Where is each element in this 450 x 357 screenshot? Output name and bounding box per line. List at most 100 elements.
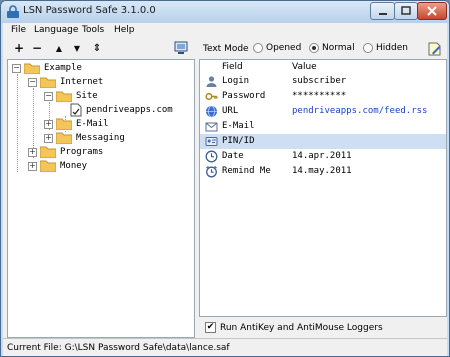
alarm-icon (206, 166, 217, 178)
status-bar: Current File: G:\LSN Password Safe\data\… (3, 338, 447, 356)
radio-label: Opened (266, 43, 302, 53)
tree-node-programs[interactable]: + Programs (28, 145, 103, 159)
folder-open-icon (40, 77, 56, 88)
minimize-icon (378, 13, 387, 15)
app-window: LSN Password Safe 3.1.0.0 File Language … (0, 0, 450, 357)
minimize-button[interactable] (370, 2, 395, 20)
field-name: Date (222, 151, 244, 161)
tree-node-email[interactable]: + E-Mail (44, 117, 109, 131)
tree-node-money[interactable]: + Money (28, 159, 87, 173)
move-button[interactable]: ⇕ (89, 40, 105, 56)
radio-dot[interactable] (363, 43, 373, 53)
collapse-icon[interactable]: − (28, 77, 37, 87)
tree-node-internet[interactable]: − Internet (28, 75, 103, 89)
mail-icon (205, 122, 218, 132)
edit-note-icon[interactable] (427, 41, 443, 57)
tree-node-messaging[interactable]: + Messaging (44, 131, 125, 145)
tree-label: E-Mail (76, 119, 109, 129)
move-up-button[interactable]: ▲ (51, 40, 67, 56)
title-bar[interactable]: LSN Password Safe 3.1.0.0 (1, 1, 449, 23)
folder-icon (40, 160, 56, 172)
tree-node-pendriveapps[interactable]: pendriveapps.com (70, 103, 173, 117)
current-file-status: Current File: G:\LSN Password Safe\data\… (7, 343, 230, 353)
menu-file[interactable]: File (11, 25, 26, 35)
field-row-email[interactable]: E-Mail (200, 119, 446, 134)
radio-normal[interactable]: Normal (309, 43, 355, 53)
folder-icon (56, 118, 72, 130)
tree-label: Internet (60, 77, 104, 87)
folder-open-icon (24, 63, 40, 74)
app-lock-icon (7, 5, 19, 18)
expand-icon[interactable]: + (44, 133, 53, 143)
expand-icon[interactable]: + (28, 161, 37, 171)
folder-open-icon (56, 91, 72, 102)
field-value: 14.apr.2011 (292, 151, 352, 161)
field-row-login[interactable]: Login subscriber (200, 74, 446, 89)
expand-icon[interactable]: + (44, 119, 53, 129)
folder-icon (40, 146, 56, 158)
field-name: Password (222, 91, 266, 101)
move-down-button[interactable]: ▼ (69, 40, 85, 56)
field-name: PIN/ID (222, 136, 255, 146)
main-content: + − ▲ ▼ ⇕ − Example − Internet − Site pe… (3, 39, 447, 338)
header-field: Field (222, 62, 243, 72)
radio-label: Normal (322, 43, 355, 53)
radio-hidden[interactable]: Hidden (363, 43, 408, 53)
category-tree[interactable]: − Example − Internet − Site pendriveapps… (7, 59, 195, 338)
antikey-label: Run AntiKey and AntiMouse Loggers (220, 322, 383, 333)
tree-toolbar: + − ▲ ▼ ⇕ (3, 39, 195, 57)
radio-opened[interactable]: Opened (253, 43, 301, 53)
close-icon (427, 6, 437, 16)
globe-icon (206, 105, 217, 118)
antikey-checkbox[interactable]: ✔ (205, 322, 216, 333)
monitor-icon[interactable] (173, 40, 189, 56)
tree-label: Programs (60, 147, 104, 157)
remove-button[interactable]: − (29, 40, 45, 56)
key-icon (205, 92, 218, 101)
field-row-remind[interactable]: Remind Me 14.may.2011 (200, 164, 446, 179)
menu-help[interactable]: Help (114, 25, 135, 35)
close-button[interactable] (417, 2, 447, 20)
field-row-date[interactable]: Date 14.apr.2011 (200, 149, 446, 164)
menu-tools[interactable]: Tools (82, 25, 104, 35)
document-icon (70, 103, 82, 117)
field-value: 14.may.2011 (292, 166, 352, 176)
tree-label: Example (44, 63, 82, 73)
id-card-icon (205, 137, 218, 146)
text-mode-toolbar: Text Mode Opened Normal Hidden (199, 39, 447, 59)
field-value: ********** (292, 91, 347, 101)
tree-label: Money (60, 161, 88, 171)
radio-dot-selected[interactable] (309, 43, 319, 53)
clock-icon (205, 150, 218, 163)
expand-icon[interactable]: + (28, 147, 37, 157)
maximize-icon (401, 6, 411, 15)
antikey-checkbox-row[interactable]: ✔ Run AntiKey and AntiMouse Loggers (205, 322, 383, 333)
tree-node-site[interactable]: − Site (44, 89, 98, 103)
text-mode-label: Text Mode (203, 44, 249, 54)
field-name: Login (222, 76, 250, 86)
menu-bar: File Language Tools Help (3, 23, 447, 39)
field-row-pin[interactable]: PIN/ID (200, 134, 446, 149)
field-value: subscriber (292, 76, 347, 86)
radio-label: Hidden (376, 43, 408, 53)
menu-language[interactable]: Language (34, 25, 78, 35)
fields-header: Field Value (200, 60, 446, 73)
field-name: Remind Me (222, 166, 271, 176)
folder-icon (56, 132, 72, 144)
field-value-link[interactable]: pendriveapps.com/feed.rss (292, 106, 427, 116)
tree-node-example[interactable]: − Example (12, 61, 82, 75)
field-name: URL (222, 106, 239, 116)
add-button[interactable]: + (11, 40, 27, 56)
field-name: E-Mail (222, 121, 255, 131)
header-value: Value (292, 62, 317, 72)
tree-label: Messaging (76, 133, 125, 143)
maximize-button[interactable] (394, 2, 418, 20)
radio-dot[interactable] (253, 43, 263, 53)
window-title: LSN Password Safe 3.1.0.0 (23, 5, 156, 16)
field-row-url[interactable]: URL pendriveapps.com/feed.rss (200, 104, 446, 119)
tree-label: Site (76, 91, 98, 101)
field-row-password[interactable]: Password ********** (200, 89, 446, 104)
fields-table[interactable]: Field Value Login subscriber Password **… (199, 59, 447, 317)
collapse-icon[interactable]: − (12, 63, 21, 73)
collapse-icon[interactable]: − (44, 91, 53, 101)
